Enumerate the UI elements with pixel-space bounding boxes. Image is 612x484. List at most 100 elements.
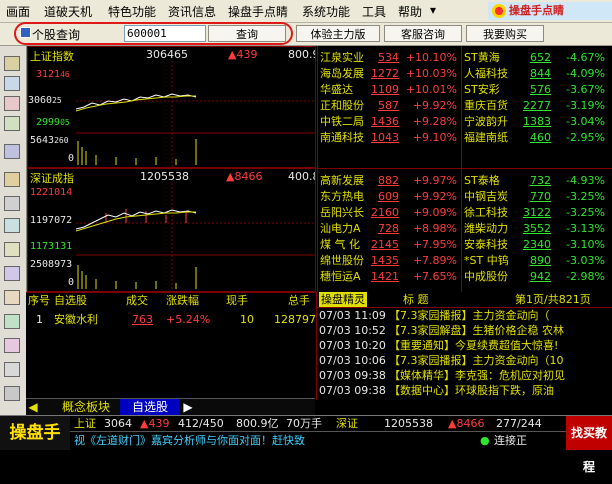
news-header: 操盘精灵 标 题 第1页/共821页 [317,292,612,308]
news-title[interactable]: 操盘精灵 [319,292,367,307]
user-icon[interactable] [4,314,20,329]
exit-icon[interactable] [4,386,20,401]
menu-item-help[interactable]: 帮助 [398,3,422,20]
menu-item-system[interactable]: 系统功能 [302,3,350,20]
table-icon[interactable] [4,172,20,187]
alert-icon[interactable] [4,338,20,353]
news-item[interactable]: 07/03 11:09 【7.3家园播报】主力资金动向（ [317,309,612,322]
menu-item-feature[interactable]: 特色功能 [108,3,156,20]
tutorial-badge[interactable]: 找买教程 [566,416,612,474]
menu-item-tools[interactable]: 工具 [362,3,386,20]
sh-index-amount: 800.9 [288,48,315,61]
quote-price: 587 [378,99,399,112]
sz-volume-bars [77,265,197,289]
buy-button[interactable]: 我要购买 [466,25,544,42]
news-icon[interactable] [4,196,20,211]
shenzhen-index-chart[interactable]: 深证成指 1205538 ▲8466 400.8 1221014 1197072… [27,168,316,292]
quote-row[interactable]: 中铁二局 1436 +9.28% [318,114,461,130]
quote-name: 绵世股份 [320,254,364,267]
candle-icon[interactable] [4,96,20,111]
quote-row[interactable]: 人福科技 844 -4.09% [462,66,612,82]
quote-price: 1383 [523,115,551,128]
chart-icon[interactable] [4,76,20,91]
quote-row[interactable]: 中成股份 942 -2.98% [462,269,612,285]
quote-name: 人福科技 [464,67,508,80]
quote-row[interactable]: 福建南纸 460 -2.95% [462,130,612,146]
table-row[interactable]: 1 安徽水利 763 +5.24% 10 128797 [26,312,316,327]
col-header-hand[interactable]: 现手 [226,293,248,308]
news-item[interactable]: 07/03 09:38 【数据中心】环球股指下跌，原油 [317,384,612,397]
col-header-price[interactable]: 成交 [126,293,148,308]
quote-change: -2.98% [566,270,605,283]
quote-row[interactable]: 海岛发展 1272 +10.03% [318,66,461,82]
row-no: 1 [36,313,43,326]
quote-row[interactable]: *ST 中钨 890 -3.03% [462,253,612,269]
menu-item-daopo[interactable]: 道破天机 [44,3,92,20]
news-page-indicator[interactable]: 第1页/共821页 [515,292,591,307]
trial-pro-button[interactable]: 体验主力版 [296,25,380,42]
tab-scroll-left-icon[interactable]: ◀ [26,399,40,415]
quote-row[interactable]: 华盛达 1109 +10.01% [318,82,461,98]
quote-row[interactable]: 汕电力A 728 +8.98% [318,221,461,237]
settings-icon[interactable] [4,290,20,305]
news-item[interactable]: 07/03 09:38 【媒体精华】李克强：危机应对初见 [317,369,612,382]
quote-row[interactable]: 正和股份 587 +9.92% [318,98,461,114]
quote-row[interactable]: ST黄海 652 -4.67% [462,50,612,66]
sz-price-tick-high: 1221014 [30,187,73,198]
refresh-icon[interactable] [4,266,20,281]
row-total: 128797 [274,313,316,326]
quote-change: +9.92% [412,99,457,112]
menu-item-screen[interactable]: 画面 [6,3,30,20]
bar-icon[interactable] [4,116,20,131]
col-header-name[interactable]: 自选股 [54,293,87,308]
forward-icon[interactable] [4,242,20,257]
news-item[interactable]: 07/03 10:20 【重要通知】今夏续费超值大惊喜! [317,339,612,352]
quote-row[interactable]: 南通科技 1043 +9.10% [318,130,461,146]
menu-item-news[interactable]: 资讯信息 [168,3,216,20]
grid-icon[interactable] [4,56,20,71]
quote-row[interactable]: 重庆百货 2277 -3.19% [462,98,612,114]
tab-scroll-right-icon[interactable]: ▶ [182,399,194,415]
news-item[interactable]: 07/03 10:06 【7.3家园播报】主力资金动向（10 [317,354,612,367]
tab-concept-sector[interactable]: 概念板块 [56,399,116,415]
menu-item-caopan[interactable]: 操盘手点睛 [228,3,288,20]
query-button[interactable]: 查询 [208,25,286,42]
stock-code-input[interactable] [124,25,206,42]
chevron-down-icon[interactable]: ▾ [430,3,436,17]
quote-row[interactable]: 潍柴动力 3552 -3.13% [462,221,612,237]
news-item[interactable]: 07/03 10:52 【7.3家园解盘】生猪价格企稳 农林 [317,324,612,337]
quote-row[interactable]: 煤 气 化 2145 +7.95% [318,237,461,253]
tab-self-select[interactable]: 自选股 [120,399,180,415]
list-icon[interactable] [4,144,20,159]
sh-price-tick-mid: 306025 [28,95,62,106]
sz-volume-tick-zero: 0 [68,277,75,288]
ticker-text[interactable]: 视《左道财门》嘉宾分析师与你面对面！赶快致 [74,433,305,449]
back-icon[interactable] [4,218,20,233]
status-sz-label: 深证 [336,417,358,430]
quote-row[interactable]: ST泰格 732 -4.93% [462,173,612,189]
col-header-no[interactable]: 序号 [28,293,50,308]
quote-change: +10.01% [405,83,457,96]
quote-row[interactable]: 高新发展 882 +9.97% [318,173,461,189]
col-header-total[interactable]: 总手 [288,293,310,308]
customer-service-button[interactable]: 客服咨询 [384,25,462,42]
quote-row[interactable]: 宁波韵升 1383 -3.04% [462,114,612,130]
quote-row[interactable]: 安泰科技 2340 -3.10% [462,237,612,253]
col-header-change[interactable]: 涨跌幅 [166,293,199,308]
quote-row[interactable]: 徐工科技 3122 -3.25% [462,205,612,221]
news-headline: 【7.3家园播报】主力资金动向（10 [389,354,564,367]
quote-row[interactable]: ST安彩 576 -3.67% [462,82,612,98]
quote-name: 高新发展 [320,174,364,187]
quote-row[interactable]: 绵世股份 1435 +7.89% [318,253,461,269]
help-icon[interactable] [4,362,20,377]
quote-row[interactable]: 江泉实业 534 +10.10% [318,50,461,66]
quote-row[interactable]: 岳阳兴长 2160 +9.09% [318,205,461,221]
quote-price: 728 [378,222,399,235]
quote-row[interactable]: 穗恒运A 1421 +7.65% [318,269,461,285]
shanghai-index-chart[interactable]: 上证指数 306465 ▲439 800.9 312146 306025 299… [27,46,316,168]
quote-row[interactable]: 东方热电 609 +9.92% [318,189,461,205]
connection-status[interactable]: 连接正 [494,433,527,449]
quote-change: -4.67% [566,51,605,64]
stock-query-label: 个股查询 [32,28,81,42]
quote-row[interactable]: 中钢吉炭 770 -3.25% [462,189,612,205]
